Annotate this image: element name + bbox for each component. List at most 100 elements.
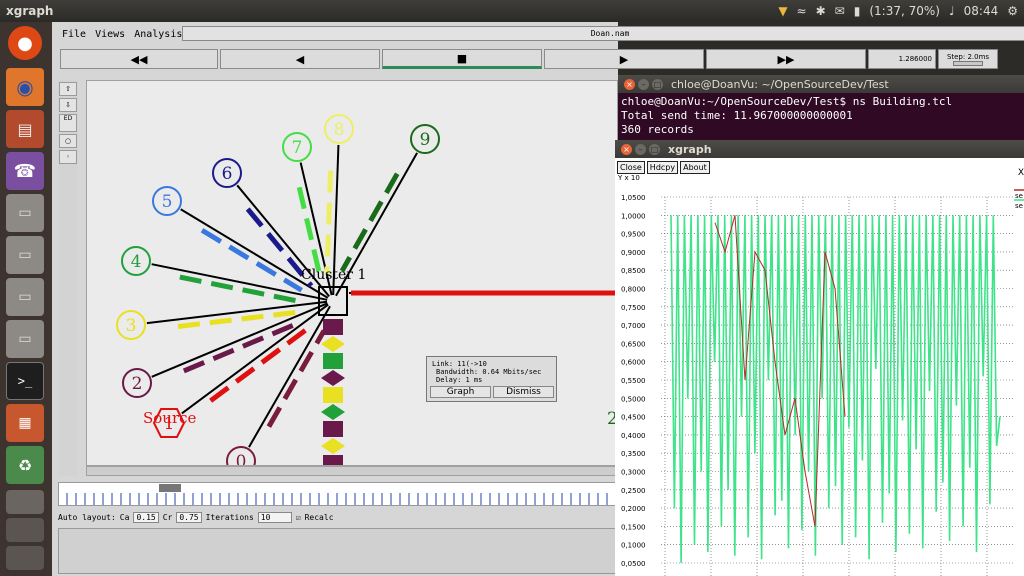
step-slider-track[interactable] [953, 60, 983, 66]
packet-flow [177, 309, 300, 329]
menu-analysis[interactable]: Analysis [134, 29, 182, 40]
source-label: Source [143, 409, 197, 427]
software-updater-icon[interactable]: ♻ [6, 446, 44, 484]
popup-link-line: Link: 11(->10 [432, 360, 487, 368]
system-tray: ▼ ≈ ✱ ✉ ▮ (1:37, 70%) ♩ 08:44 ⚙ [778, 4, 1024, 18]
playback-controls: ◀◀ ◀ ■ ▶ ▶▶ 1.286000 Step: 2.0ms [60, 49, 1010, 69]
terminal-icon[interactable]: >_ [6, 362, 44, 400]
recalc-checkbox[interactable]: ☑ [296, 513, 301, 522]
node-label: 9 [420, 130, 431, 150]
xgraph-window: × – □ xgraph Close Hdcpy About Y x 10 X … [615, 140, 1024, 576]
y-tick-label: 0,8000 [621, 286, 646, 294]
ca-input[interactable]: 0.15 [133, 511, 159, 523]
bluetooth-icon[interactable]: ✱ [816, 4, 826, 18]
top-panel: xgraph ▼ ≈ ✱ ✉ ▮ (1:37, 70%) ♩ 08:44 ⚙ [0, 0, 1024, 22]
dismiss-button[interactable]: Dismiss [493, 386, 554, 398]
step-slider[interactable]: Step: 2.0ms [938, 49, 998, 69]
legend-label: se [1015, 202, 1023, 210]
point-tool-icon[interactable]: ◦ [59, 150, 77, 164]
menu-views[interactable]: Views [95, 29, 125, 40]
node-tool-icon[interactable]: ○ [59, 134, 77, 148]
y-tick-label: 0,7000 [621, 322, 646, 330]
play-backward-button[interactable]: ◀ [220, 49, 380, 69]
iterations-label: Iterations [205, 512, 254, 522]
packet-flow [179, 274, 299, 304]
terminal-line: 360 records [621, 123, 694, 136]
y-tick-label: 0,5500 [621, 377, 646, 385]
link-line [146, 300, 328, 325]
wifi-icon[interactable]: ≈ [797, 4, 807, 18]
menu-file[interactable]: File [62, 29, 86, 40]
files-icon[interactable]: ▤ [6, 110, 44, 148]
terminal-output[interactable]: chloe@DoanVu:~/OpenSourceDev/Test$ ns Bu… [618, 93, 1024, 137]
gear-icon[interactable]: ⚙ [1007, 4, 1018, 18]
edit-tool-icon[interactable]: ED [59, 114, 77, 132]
mail-icon[interactable]: ✉ [835, 4, 845, 18]
y-tick-label: 0,4000 [621, 432, 646, 440]
play-forward-button[interactable]: ▶ [544, 49, 704, 69]
drive-icon[interactable]: ▭ [6, 194, 44, 232]
workspace-icon[interactable] [6, 490, 44, 514]
packet-queue [321, 336, 345, 352]
node-label: 6 [222, 164, 233, 184]
annotation-panel[interactable] [58, 528, 618, 574]
clock[interactable]: 08:44 [964, 4, 999, 18]
vivaldi-icon[interactable]: ▼ [778, 4, 787, 18]
node-label: 5 [162, 192, 173, 212]
cr-label: Cr [162, 512, 173, 522]
workspace-icon[interactable] [6, 518, 44, 542]
drive-icon[interactable]: ▭ [6, 278, 44, 316]
packet-queue [323, 353, 343, 369]
packet-flow [266, 329, 327, 428]
event-timeline[interactable] [58, 482, 618, 506]
cr-input[interactable]: 0.75 [176, 511, 202, 523]
nam-window: File Views Analysis Doan.nam ◀◀ ◀ ■ ▶ ▶▶… [52, 22, 1024, 576]
network-canvas[interactable]: 0123456789SourceCluster 121 Link: 11(->1… [86, 80, 618, 466]
maximize-icon[interactable]: □ [652, 78, 663, 90]
terminal-titlebar[interactable]: × – □ chloe@DoanVu: ~/OpenSourceDev/Test [618, 75, 1024, 93]
zoom-in-icon[interactable]: ⇧ [59, 82, 77, 96]
close-icon[interactable]: × [624, 78, 635, 90]
stop-button[interactable]: ■ [382, 49, 542, 69]
packet-flow [200, 228, 303, 293]
y-tick-label: 0,7500 [621, 304, 646, 312]
battery-icon[interactable]: ▮ [854, 4, 861, 18]
volume-icon[interactable]: ♩ [949, 4, 955, 18]
y-tick-label: 0,3000 [621, 469, 646, 477]
fast-forward-button[interactable]: ▶▶ [706, 49, 866, 69]
packet-queue [323, 455, 343, 465]
ubuntu-dash-icon[interactable]: ● [8, 26, 42, 60]
terminal-line: Total send time: 11.967000000000001 [621, 109, 853, 122]
firefox-icon[interactable]: ◉ [6, 68, 44, 106]
drive-icon[interactable]: ▭ [6, 236, 44, 274]
y-tick-label: 1,0500 [621, 194, 646, 202]
minimize-icon[interactable]: – [638, 78, 649, 90]
viber-icon[interactable]: ☎ [6, 152, 44, 190]
trash-icon[interactable] [6, 546, 44, 570]
drive-icon[interactable]: ▭ [6, 320, 44, 358]
battery-status[interactable]: (1:37, 70%) [869, 4, 940, 18]
y-tick-label: 0,9000 [621, 249, 646, 257]
y-tick-label: 0,2000 [621, 505, 646, 513]
presentation-icon[interactable]: ▦ [6, 404, 44, 442]
packet-flow [182, 319, 303, 374]
y-tick-label: 0,3500 [621, 450, 646, 458]
graph-button[interactable]: Graph [430, 386, 491, 398]
zoom-out-icon[interactable]: ⇩ [59, 98, 77, 112]
packet-flow [339, 172, 400, 273]
popup-bandwidth-line: Bandwidth: 0.64 Mbits/sec [436, 368, 542, 376]
node-label: 0 [236, 452, 247, 466]
canvas-horizontal-scrollbar[interactable] [86, 466, 618, 476]
popup-delay-line: Delay: 1 ms [436, 376, 483, 384]
step-label: Step: 2.0ms [946, 52, 990, 61]
active-app-title: xgraph [6, 4, 54, 18]
packet-queue [323, 421, 343, 437]
menu-bar: File Views Analysis Doan.nam [52, 22, 1024, 46]
y-tick-label: 0,8500 [621, 267, 646, 275]
iterations-input[interactable]: 10 [257, 511, 292, 523]
y-tick-label: 0,9500 [621, 231, 646, 239]
rewind-button[interactable]: ◀◀ [60, 49, 218, 69]
terminal-window: × – □ chloe@DoanVu: ~/OpenSourceDev/Test… [618, 75, 1024, 140]
legend-label: se [1015, 192, 1023, 200]
hub-caption: Cluster 1 [301, 267, 366, 283]
